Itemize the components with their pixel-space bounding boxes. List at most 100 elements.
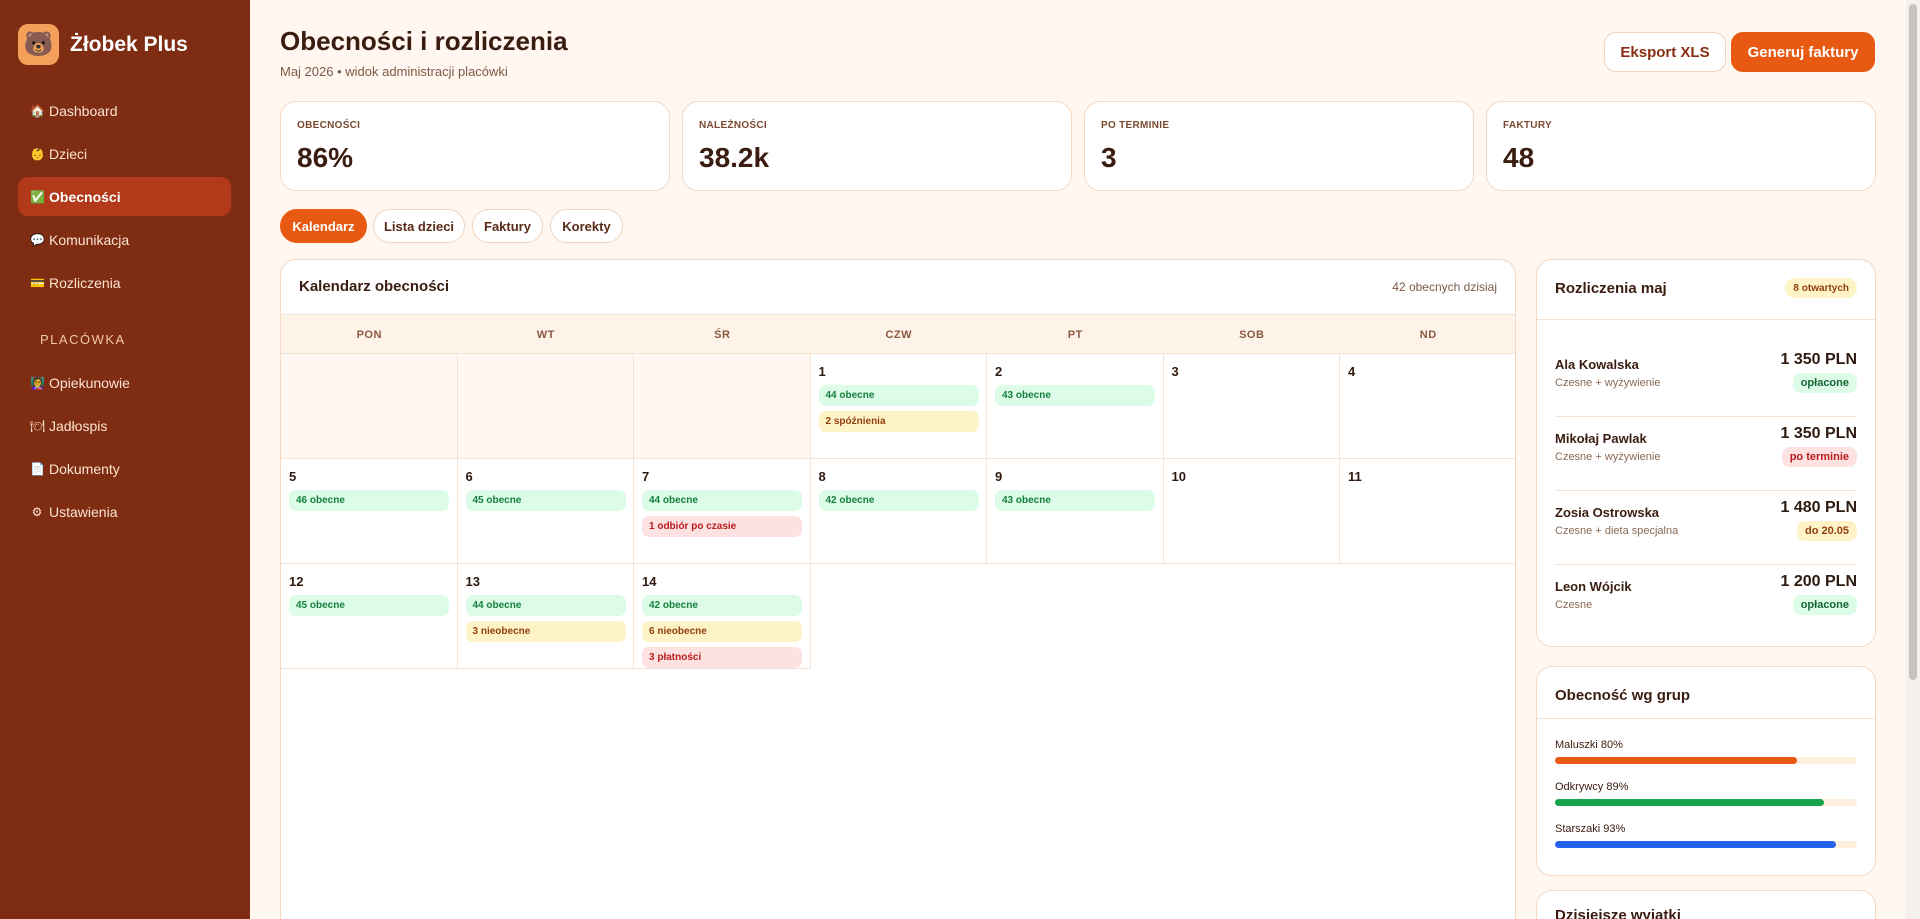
attendance-event[interactable]: 42 obecne [818, 490, 979, 511]
tab-2[interactable]: Faktury [472, 209, 543, 243]
day-number: 10 [1171, 469, 1186, 484]
billing-description: Czesne + wyżywienie [1555, 451, 1661, 463]
nav-item-label: Dashboard [49, 102, 118, 119]
attendance-event[interactable]: 45 obecne [289, 595, 449, 616]
attendance-calendar: Kalendarz obecności 42 obecnych dzisiaj … [280, 259, 1516, 919]
attendance-event[interactable]: 44 obecne [465, 595, 626, 616]
calendar-day-cell[interactable]: 12 45 obecne [281, 564, 458, 669]
billing-amount: 1 200 PLN [1780, 573, 1857, 590]
child-name: Leon Wójcik [1555, 579, 1632, 594]
calendar-day-cell[interactable]: 3 [1163, 354, 1340, 459]
calendar-day-cell[interactable]: 10 [1163, 459, 1340, 564]
brand-name: Żłobek Plus [70, 32, 188, 56]
export-xls-button[interactable]: Eksport XLS [1604, 32, 1726, 72]
calendar-day-cell[interactable]: 1 44 obecne 2 spóźnienia [810, 354, 987, 459]
nav-item-3[interactable]: 💬 Komunikacja [18, 220, 231, 259]
calendar-day-cell[interactable]: 11 [1340, 459, 1515, 564]
calendar-day-cell[interactable]: 13 44 obecne 3 nieobecne [457, 564, 634, 669]
billing-row[interactable]: Mikołaj Pawlak Czesne + wyżywienie 1 350 P… [1555, 417, 1857, 491]
page-subtitle: Maj 2026 • widok administracji placówki [280, 64, 508, 79]
group-label: Starszaki 93% [1555, 823, 1626, 835]
nav-section-item-2[interactable]: 📄 Dokumenty [18, 449, 231, 488]
billing-amount: 1 350 PLN [1780, 425, 1857, 442]
nav-item-label: Dzieci [49, 145, 88, 162]
day-number: 5 [289, 469, 297, 484]
attendance-event[interactable]: 42 obecne [642, 595, 802, 616]
progress-track [1555, 757, 1857, 764]
page-title: Obecności i rozliczenia [280, 26, 568, 56]
payment-status-badge: do 20.05 [1796, 521, 1857, 541]
nav-section-item-1[interactable]: 🍽 Jadłospis [18, 406, 231, 445]
open-count-badge: 8 otwartych [1785, 278, 1857, 298]
day-number: 9 [995, 469, 1003, 484]
brand[interactable]: 🐻 Żłobek Plus [18, 24, 188, 65]
baby-icon: 👶 [30, 146, 45, 161]
stat-label: OBECNOŚCI [297, 120, 361, 131]
weekday-label: PT [1067, 329, 1083, 341]
tab-1[interactable]: Lista dzieci [373, 209, 465, 243]
weekday-label: CZW [885, 329, 913, 341]
calendar-day-cell[interactable]: 5 46 obecne [281, 459, 458, 564]
billing-row[interactable]: Leon Wójcik Czesne 1 200 PLN opłacone [1555, 565, 1857, 639]
attendance-event[interactable]: 43 obecne [995, 385, 1155, 406]
nav-item-label: Rozliczenia [49, 274, 121, 291]
check-icon: ✅ [30, 189, 45, 204]
weekday-label: WT [536, 329, 555, 341]
tab-3[interactable]: Korekty [550, 209, 623, 243]
nav-item-2[interactable]: ✅ Obecności [18, 177, 231, 216]
nav-item-label: Jadłospis [49, 417, 108, 434]
attendance-event[interactable]: 6 nieobecne [642, 621, 802, 642]
calendar-day-cell[interactable]: 7 44 obecne 1 odbiór po czasie [634, 459, 811, 564]
attendance-event[interactable]: 3 nieobecne [465, 621, 626, 642]
meal-icon: 🍽 [30, 418, 46, 433]
card-icon: 💳 [30, 275, 45, 290]
generate-invoices-button[interactable]: Generuj faktury [1731, 32, 1875, 72]
billing-row[interactable]: Zosia Ostrowska Czesne + dieta specjalna 1… [1555, 491, 1857, 565]
teacher-icon: 👩‍🏫 [30, 375, 45, 390]
calendar-empty-cell [281, 354, 458, 459]
attendance-event[interactable]: 45 obecne [465, 490, 626, 511]
calendar-day-cell[interactable]: 8 42 obecne [810, 459, 987, 564]
stat-card: PO TERMINIE 3 [1084, 101, 1474, 191]
nav-item-1[interactable]: 👶 Dzieci [18, 134, 231, 173]
attendance-event[interactable]: 2 spóźnienia [818, 411, 979, 432]
scrollbar-thumb[interactable] [1909, 4, 1917, 680]
day-number: 11 [1348, 469, 1362, 484]
attendance-event[interactable]: 44 obecne [818, 385, 979, 406]
child-name: Zosia Ostrowska [1555, 505, 1660, 520]
divider [1537, 319, 1875, 320]
document-icon: 📄 [30, 461, 45, 476]
calendar-day-cell[interactable]: 14 42 obecne 6 nieobecne 3 płatności [634, 564, 811, 669]
calendar-day-cell[interactable]: 6 45 obecne [457, 459, 634, 564]
group-label: Odkrywcy 89% [1555, 781, 1629, 793]
attendance-event[interactable]: 1 odbiór po czasie [642, 516, 802, 537]
attendance-event[interactable]: 44 obecne [642, 490, 802, 511]
calendar-day-cell[interactable]: 9 43 obecne [987, 459, 1164, 564]
nav-item-4[interactable]: 💳 Rozliczenia [18, 263, 231, 302]
nav-section-item-0[interactable]: 👩‍🏫 Opiekunowie [18, 363, 231, 402]
day-number: 7 [642, 469, 650, 484]
billing-description: Czesne [1555, 599, 1593, 611]
nav-section-label: PLACÓWKA [40, 332, 126, 347]
page-scrollbar[interactable] [1906, 0, 1920, 919]
calendar-day-cell[interactable]: 2 43 obecne [987, 354, 1164, 459]
nav-item-0[interactable]: 🏠 Dashboard [18, 91, 231, 130]
calendar-day-cell[interactable]: 4 [1340, 354, 1515, 459]
tab-0[interactable]: Kalendarz [280, 209, 367, 243]
billing-title: Rozliczenia maj [1555, 280, 1667, 297]
group-label: Maluszki 80% [1555, 739, 1623, 751]
day-number: 14 [642, 574, 657, 589]
groups-title: Obecność wg grup [1555, 687, 1691, 704]
group-progress: Starszaki 93% [1555, 823, 1857, 848]
attendance-event[interactable]: 43 obecne [995, 490, 1155, 511]
stat-value: 3 [1101, 142, 1117, 173]
child-name: Mikołaj Pawlak [1555, 431, 1647, 446]
nav-item-label: Opiekunowie [49, 374, 130, 391]
progress-track [1555, 799, 1857, 806]
billing-card: Rozliczenia maj 8 otwartych Ala Kowalska… [1536, 259, 1876, 647]
nav-section-item-3[interactable]: ⚙ Ustawienia [18, 492, 231, 531]
attendance-event[interactable]: 3 płatności [642, 647, 802, 668]
billing-row[interactable]: Ala Kowalska Czesne + wyżywienie 1 350 PLN… [1555, 343, 1857, 417]
stat-label: PO TERMINIE [1101, 120, 1170, 131]
attendance-event[interactable]: 46 obecne [289, 490, 449, 511]
